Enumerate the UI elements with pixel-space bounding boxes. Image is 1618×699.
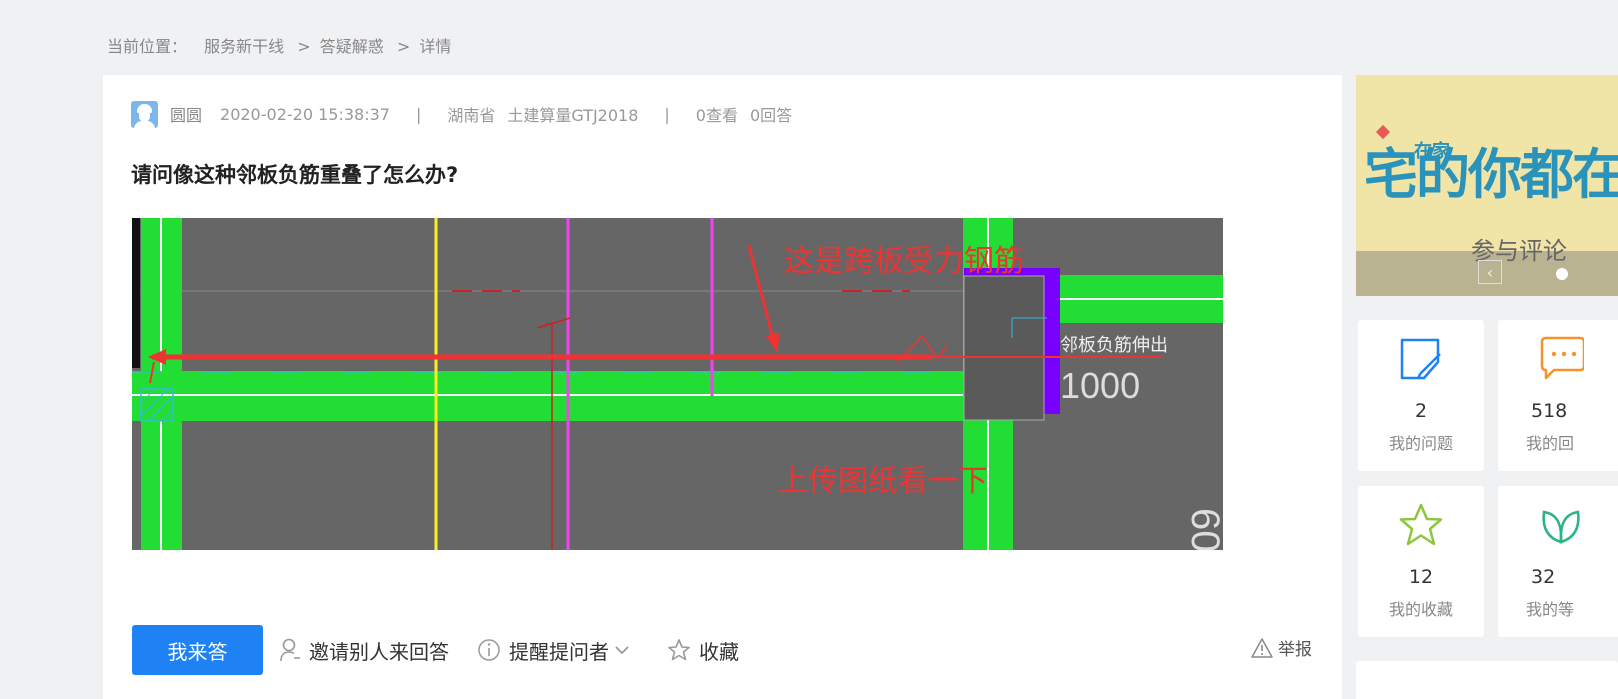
favorite-button[interactable]: 收藏	[667, 636, 739, 665]
question-image[interactable]: 这是跨板受力钢筋 上传图纸看一下 邻板负筋伸出 1000 600	[132, 218, 1223, 550]
info-icon	[478, 639, 500, 661]
remind-label: 提醒提问者	[509, 639, 609, 664]
avatar[interactable]	[131, 100, 158, 128]
question-meta: 圆圆 2020-02-20 15:38:37 | 湖南省 土建算量GTJ2018…	[131, 100, 793, 128]
breadcrumb-separator: >	[297, 37, 311, 56]
software-tag: 土建算量GTJ2018	[507, 106, 639, 125]
person-add-icon	[280, 638, 300, 662]
drawing-annotation-top: 这是跨板受力钢筋	[784, 245, 1024, 278]
star-icon	[1399, 503, 1443, 546]
carousel-dot[interactable]	[1556, 268, 1568, 280]
leaf-icon	[1542, 510, 1580, 544]
banner-headline: 宅的你都在	[1364, 142, 1618, 206]
meta-divider: |	[415, 104, 422, 124]
stat-value: 12	[1408, 566, 1434, 588]
breadcrumb-label: 当前位置：	[107, 37, 188, 56]
warning-icon	[1251, 637, 1273, 658]
chevron-down-icon	[615, 646, 629, 655]
banner-prev-button[interactable]: ‹	[1478, 260, 1502, 284]
favorite-label: 收藏	[699, 639, 739, 664]
cad-drawing: 这是跨板受力钢筋 上传图纸看一下 邻板负筋伸出 1000 600	[132, 218, 1223, 550]
breadcrumb-item-qa[interactable]: 答疑解惑	[320, 37, 384, 56]
stat-label: 我的收藏	[1388, 600, 1453, 619]
breadcrumb-item-service[interactable]: 服务新干线	[204, 37, 284, 56]
stat-value: 32	[1531, 566, 1556, 588]
meta-divider: |	[664, 104, 670, 124]
drawing-label-edge: 600	[1183, 508, 1223, 550]
sidebar-card	[1356, 661, 1618, 699]
stat-tile-answers[interactable]: 518 我的回	[1498, 320, 1618, 471]
breadcrumb-item-detail: 详情	[419, 37, 452, 56]
stat-label: 我的等	[1526, 600, 1575, 619]
question-card: 圆圆 2020-02-20 15:38:37 | 湖南省 土建算量GTJ2018…	[103, 75, 1342, 699]
question-title: 请问像这种邻板负筋重叠了怎么办?	[131, 163, 459, 187]
author-name[interactable]: 圆圆	[170, 102, 202, 126]
stat-label: 我的问题	[1388, 434, 1453, 453]
stat-value: 2	[1414, 400, 1428, 422]
breadcrumb-separator: >	[396, 37, 411, 56]
stat-tile-questions[interactable]: 2 我的问题	[1358, 320, 1484, 471]
invite-label: 邀请别人来回答	[309, 639, 449, 664]
answer-button[interactable]: 我来答	[132, 625, 263, 675]
edit-question-icon	[1400, 338, 1441, 380]
report-label: 举报	[1278, 640, 1312, 660]
stat-tile-level[interactable]: 32 我的等	[1498, 486, 1618, 637]
promo-banner[interactable]: 宅的你都在 在家 参与评论 ‹	[1356, 75, 1618, 296]
invite-button[interactable]: 邀请别人来回答	[279, 636, 449, 665]
breadcrumb: 当前位置： 服务新干线 > 答疑解惑 > 详情	[107, 33, 455, 57]
drawing-label-side: 邻板负筋伸出	[1060, 335, 1168, 355]
banner-sub: 在家	[1414, 141, 1450, 162]
drawing-label-value: 1000	[1060, 365, 1140, 406]
drawing-annotation-bottom: 上传图纸看一下	[778, 465, 988, 498]
post-time: 2020-02-20 15:38:37	[220, 104, 390, 124]
stat-tile-favorites[interactable]: 12 我的收藏	[1358, 486, 1484, 637]
view-count: 0查看	[695, 106, 738, 125]
chat-bubble-icon	[1540, 336, 1584, 380]
remind-dropdown[interactable]: 提醒提问者	[477, 636, 639, 665]
province-tag: 湖南省	[447, 106, 496, 125]
report-button[interactable]: 举报	[1250, 635, 1312, 660]
answer-count: 0回答	[749, 106, 793, 125]
star-outline-icon	[668, 639, 690, 661]
action-bar: 我来答 邀请别人来回答 提醒提问者 收藏	[132, 625, 767, 675]
stat-label: 我的回	[1526, 434, 1575, 453]
stat-value: 518	[1531, 400, 1568, 422]
